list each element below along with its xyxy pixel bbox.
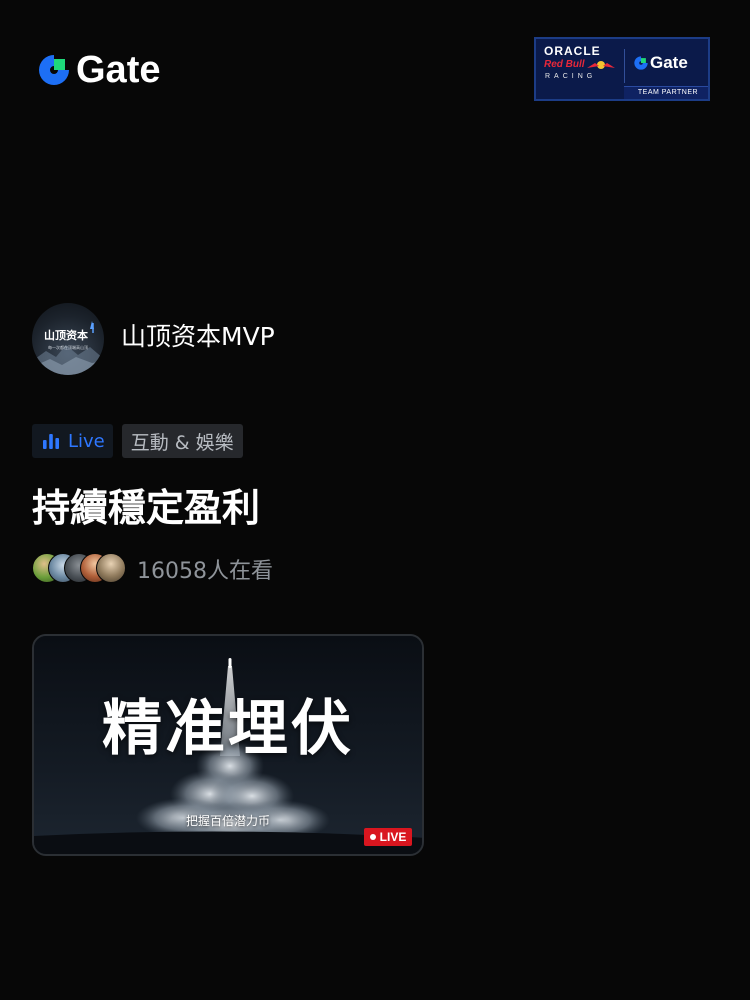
avatar-subtitle: 每一次都在顶端高山顶 <box>48 345 88 350</box>
viewer-avatar <box>96 553 126 583</box>
gate-logo-small-icon <box>634 56 648 70</box>
viewer-avatars <box>32 552 128 586</box>
video-headline: 精准埋伏 <box>102 694 354 764</box>
live-dot-icon <box>369 834 376 840</box>
viewer-count: 16058人在看 <box>137 559 273 584</box>
live-video-preview[interactable]: 精准埋伏 把握百倍潜力币 LIVE <box>32 634 424 856</box>
gate-logo[interactable]: Gate <box>36 50 160 90</box>
partner-divider <box>624 49 625 83</box>
live-bars-icon <box>43 434 59 449</box>
live-badge-label: LIVE <box>379 830 407 844</box>
team-partner-badge: ORACLE Red Bull RACING Gate TEAM PARTNER <box>534 37 710 101</box>
partner-gate-logo: Gate <box>633 52 688 74</box>
avatar-title: 山顶资本 <box>44 329 88 342</box>
category-tag[interactable]: 互動 & 娛樂 <box>121 424 243 458</box>
host-name[interactable]: 山顶资本MVP <box>121 322 275 352</box>
live-tag: Live <box>32 424 113 458</box>
red-bull-wordmark: Red Bull <box>544 59 585 70</box>
partner-gate-wordmark: Gate <box>650 53 688 72</box>
gate-logo-icon <box>39 55 69 85</box>
oracle-wordmark: ORACLE <box>544 44 601 58</box>
live-badge: LIVE <box>364 828 412 846</box>
host-avatar[interactable]: 山顶资本 每一次都在顶端高山顶 <box>32 303 104 375</box>
stream-tags: Live 互動 & 娛樂 <box>32 424 243 458</box>
viewer-info: 16058人在看 <box>32 552 273 586</box>
team-partner-label: TEAM PARTNER <box>624 86 708 99</box>
brand-name: Gate <box>76 49 161 91</box>
red-bull-icon <box>587 61 615 69</box>
stream-title: 持續穩定盈利 <box>32 486 261 530</box>
racing-wordmark: RACING <box>545 73 597 80</box>
video-subline: 把握百倍潜力币 <box>185 814 270 828</box>
live-tag-label: Live <box>68 430 105 452</box>
